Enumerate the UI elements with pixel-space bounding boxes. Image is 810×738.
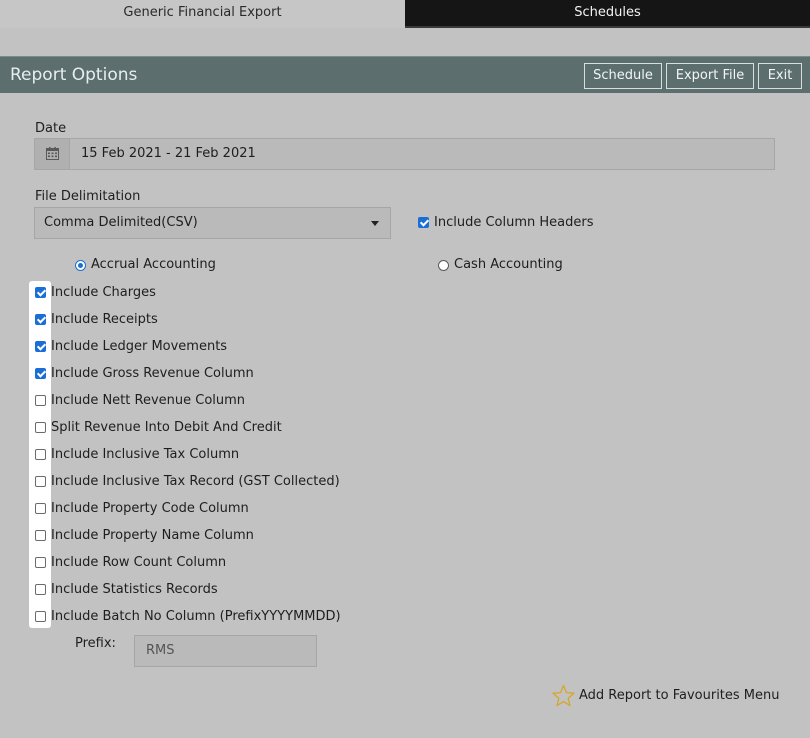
accrual-accounting-label: Accrual Accounting <box>91 257 216 272</box>
date-label: Date <box>35 121 67 136</box>
option-checkbox[interactable] <box>35 476 46 487</box>
option-checkbox[interactable] <box>35 314 46 325</box>
option-checkbox[interactable] <box>35 422 46 433</box>
report-options-header: Report Options Schedule Export File Exit <box>0 56 810 93</box>
date-range-field[interactable]: 15 Feb 2021 - 21 Feb 2021 <box>34 138 775 170</box>
tab-schedules[interactable]: Schedules <box>405 0 810 28</box>
option-checkbox[interactable] <box>35 557 46 568</box>
option-label: Include Property Code Column <box>51 501 249 516</box>
file-delimitation-label: File Delimitation <box>35 189 141 204</box>
cash-accounting-radio[interactable] <box>438 260 449 271</box>
option-label: Include Statistics Records <box>51 582 218 597</box>
option-label: Include Property Name Column <box>51 528 254 543</box>
cash-accounting-label: Cash Accounting <box>454 257 563 272</box>
prefix-label: Prefix: <box>75 636 116 651</box>
calendar-button[interactable] <box>35 139 70 169</box>
option-label: Include Charges <box>51 285 156 300</box>
file-delimitation-select[interactable]: Comma Delimited(CSV) <box>34 207 391 239</box>
include-column-headers-label: Include Column Headers <box>434 215 594 230</box>
option-checkbox[interactable] <box>35 287 46 298</box>
option-checkbox[interactable] <box>35 584 46 595</box>
accrual-accounting-radio[interactable] <box>75 260 86 271</box>
add-to-favourites-label: Add Report to Favourites Menu <box>579 688 780 703</box>
option-label: Include Nett Revenue Column <box>51 393 246 408</box>
option-label: Include Receipts <box>51 312 158 327</box>
include-column-headers-checkbox[interactable] <box>418 217 429 228</box>
option-checkbox[interactable] <box>35 611 46 622</box>
option-label: Include Gross Revenue Column <box>51 366 254 381</box>
page-title: Report Options <box>10 65 138 85</box>
option-checkbox[interactable] <box>35 503 46 514</box>
file-delimitation-value: Comma Delimited(CSV) <box>44 215 198 230</box>
exit-button[interactable]: Exit <box>758 63 802 89</box>
schedule-button[interactable]: Schedule <box>584 63 662 89</box>
tab-generic-financial-export[interactable]: Generic Financial Export <box>0 0 405 28</box>
export-file-button[interactable]: Export File <box>666 63 754 89</box>
option-checkbox[interactable] <box>35 530 46 541</box>
option-checkbox[interactable] <box>35 341 46 352</box>
caret-down-icon <box>371 221 379 226</box>
option-label: Split Revenue Into Debit And Credit <box>51 420 282 435</box>
option-label: Include Inclusive Tax Record (GST Collec… <box>51 474 340 489</box>
option-checkbox[interactable] <box>35 395 46 406</box>
date-range-value: 15 Feb 2021 - 21 Feb 2021 <box>81 146 256 161</box>
option-checkbox[interactable] <box>35 368 46 379</box>
option-label: Include Inclusive Tax Column <box>51 447 240 462</box>
prefix-input[interactable]: RMS <box>134 635 317 667</box>
option-label: Include Row Count Column <box>51 555 227 570</box>
calendar-icon <box>46 147 59 160</box>
option-label: Include Batch No Column (PrefixYYYYMMDD) <box>51 609 341 624</box>
option-label: Include Ledger Movements <box>51 339 228 354</box>
tab-bar: Generic Financial Export Schedules <box>0 0 810 28</box>
star-icon <box>552 684 575 707</box>
option-checkbox[interactable] <box>35 449 46 460</box>
